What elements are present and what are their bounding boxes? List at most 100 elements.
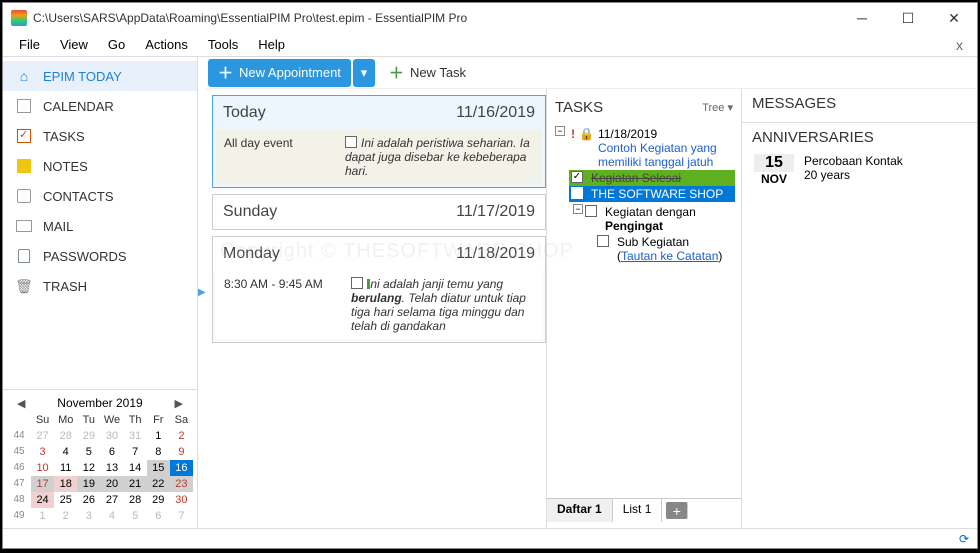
maximize-button[interactable]: ☐ [885,3,931,33]
cal-cell[interactable]: 7 [170,508,193,524]
cal-month-title[interactable]: November 2019 [57,396,142,410]
cal-cell[interactable]: 10 [31,460,54,476]
cal-cell[interactable]: 27 [100,492,123,508]
cal-cell[interactable]: 22 [147,476,170,492]
cal-cell[interactable] [7,412,31,428]
cal-cell[interactable]: 15 [147,460,170,476]
cal-cell[interactable]: 18 [54,476,77,492]
cal-prev-button[interactable]: ◀ [13,397,29,410]
cal-cell[interactable]: 12 [77,460,100,476]
cal-cell[interactable]: 30 [100,428,123,444]
cal-cell[interactable]: Su [31,412,54,428]
cal-cell[interactable]: 25 [54,492,77,508]
cal-cell[interactable]: 28 [124,492,147,508]
nav-notes[interactable]: NOTES [3,151,197,181]
cal-cell[interactable]: 29 [147,492,170,508]
cal-cell[interactable]: We [100,412,123,428]
menu-help[interactable]: Help [248,34,295,55]
cal-cell[interactable]: 26 [77,492,100,508]
cal-cell[interactable]: 2 [170,428,193,444]
menu-collapse-button[interactable]: x [948,34,971,56]
menu-tools[interactable]: Tools [198,34,248,55]
cal-cell[interactable]: 5 [124,508,147,524]
cal-cell[interactable]: 13 [100,460,123,476]
checkbox[interactable] [597,235,609,247]
checkbox[interactable] [345,136,357,148]
cal-cell[interactable]: 11 [54,460,77,476]
new-appointment-button[interactable]: ＋New Appointment [208,59,351,87]
cal-cell[interactable]: 27 [31,428,54,444]
cal-cell[interactable]: 23 [170,476,193,492]
cal-cell[interactable]: 30 [170,492,193,508]
cal-cell[interactable]: 3 [31,444,54,460]
menu-view[interactable]: View [50,34,98,55]
sidebar-expander[interactable]: ▶ [198,57,206,528]
task-row[interactable]: Kegiatan dengan Pengingat [583,204,733,234]
cal-week[interactable]: 48 [7,492,31,508]
task-row-sub[interactable]: Sub Kegiatan (Tautan ke Catatan) [583,234,733,264]
cal-cell[interactable]: 4 [54,444,77,460]
cal-cell[interactable]: Mo [54,412,77,428]
task-row-date[interactable]: ! 🔒 11/18/2019Contoh Kegiatan yang memil… [569,126,735,170]
cal-cell[interactable]: 31 [124,428,147,444]
cal-next-button[interactable]: ▶ [171,397,187,410]
note-link[interactable]: Tautan ke Catatan [621,249,718,263]
cal-week[interactable]: 46 [7,460,31,476]
cal-cell[interactable]: 4 [100,508,123,524]
expand-toggle[interactable]: − [573,204,583,214]
cal-cell[interactable]: 24 [31,492,54,508]
task-row-selected[interactable]: THE SOFTWARE SHOP [569,186,735,202]
checkbox[interactable] [571,187,583,199]
cal-cell[interactable]: 9 [170,444,193,460]
menu-file[interactable]: File [9,34,50,55]
cal-cell[interactable]: 29 [77,428,100,444]
add-tab-button[interactable]: + [666,502,688,519]
task-tab-1[interactable]: Daftar 1 [547,499,613,522]
cal-cell[interactable]: 7 [124,444,147,460]
cal-cell[interactable]: 17 [31,476,54,492]
nav-epim-today[interactable]: ⌂EPIM TODAY [3,61,197,91]
cal-cell[interactable]: 6 [147,508,170,524]
cal-cell[interactable]: 1 [31,508,54,524]
cal-week[interactable]: 45 [7,444,31,460]
cal-week[interactable]: 49 [7,508,31,524]
task-row-completed[interactable]: Kegiatan Selesai [569,170,735,186]
tasks-view-dropdown[interactable]: Tree ▾ [702,101,733,114]
cal-cell[interactable]: 8 [147,444,170,460]
nav-calendar[interactable]: CALENDAR [3,91,197,121]
cal-cell[interactable]: 20 [100,476,123,492]
cal-cell[interactable]: 21 [124,476,147,492]
cal-cell[interactable]: 6 [100,444,123,460]
cal-cell[interactable]: 3 [77,508,100,524]
checkbox[interactable] [585,205,597,217]
menu-go[interactable]: Go [98,34,135,55]
nav-tasks[interactable]: TASKS [3,121,197,151]
nav-contacts[interactable]: CONTACTS [3,181,197,211]
cal-cell[interactable]: 14 [124,460,147,476]
new-appointment-dropdown[interactable]: ▾ [353,59,375,87]
checkbox[interactable] [571,171,583,183]
cal-cell[interactable]: 16 [170,460,193,476]
sync-icon[interactable]: ⟳ [959,532,969,546]
cal-cell[interactable]: Sa [170,412,193,428]
cal-week[interactable]: 47 [7,476,31,492]
nav-trash[interactable]: 🗑TRASH [3,271,197,301]
task-tab-2[interactable]: List 1 [613,499,663,522]
cal-week[interactable]: 44 [7,428,31,444]
cal-cell[interactable]: Tu [77,412,100,428]
cal-cell[interactable]: 1 [147,428,170,444]
cal-cell[interactable]: 28 [54,428,77,444]
appointment-item[interactable]: 8:30 AM - 9:45 AM Ini adalah janji temu … [216,271,542,339]
menu-actions[interactable]: Actions [135,34,198,55]
minimize-button[interactable]: ─ [839,3,885,33]
nav-passwords[interactable]: PASSWORDS [3,241,197,271]
checkbox[interactable] [351,277,363,289]
cal-cell[interactable]: 19 [77,476,100,492]
cal-cell[interactable]: 5 [77,444,100,460]
close-button[interactable]: ✕ [931,3,977,33]
nav-mail[interactable]: MAIL [3,211,197,241]
appointment-item[interactable]: All day event Ini adalah peristiwa sehar… [216,130,542,184]
cal-cell[interactable]: 2 [54,508,77,524]
cal-cell[interactable]: Fr [147,412,170,428]
expand-toggle[interactable]: − [555,126,565,136]
